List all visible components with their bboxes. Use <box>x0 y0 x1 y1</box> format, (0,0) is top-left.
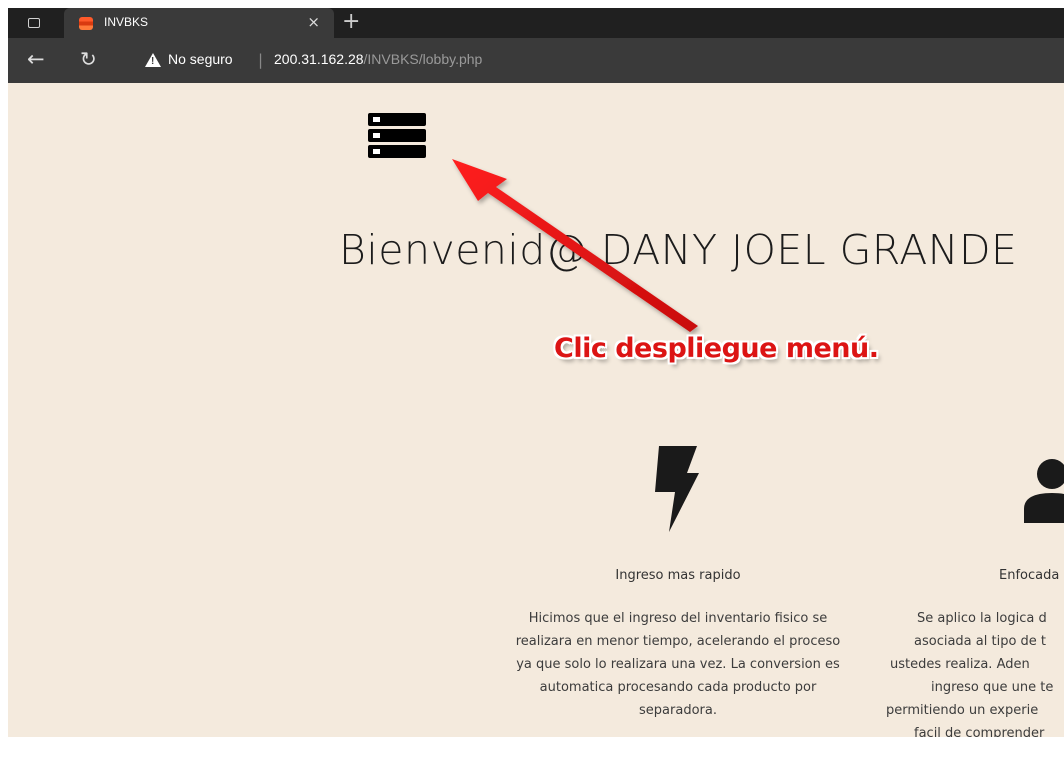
back-button[interactable]: ← <box>27 47 45 71</box>
url-host: 200.31.162.28 <box>274 51 364 67</box>
window-bottom-edge <box>8 737 1064 765</box>
security-status-label[interactable]: No seguro <box>168 51 233 67</box>
page-content: Bienvenid@ DANY JOEL GRANDE Clic desplie… <box>8 83 1064 737</box>
browser-tab-bar: INVBKS × + <box>8 8 1064 38</box>
tab-title: INVBKS <box>104 15 149 29</box>
address-bar-url[interactable]: 200.31.162.28/INVBKS/lobby.php <box>274 51 482 67</box>
reload-button[interactable]: ↻ <box>80 47 97 71</box>
welcome-heading: Bienvenid@ DANY JOEL GRANDE <box>339 226 1018 274</box>
tab-actions-icon[interactable] <box>28 18 40 28</box>
feature-title: Ingreso mas rapido <box>615 568 741 583</box>
user-icon <box>1024 459 1064 523</box>
browser-toolbar: ← ↻ ! No seguro | 200.31.162.28/INVBKS/l… <box>8 38 1064 83</box>
site-favicon-icon <box>79 17 93 30</box>
url-path: /INVBKS/lobby.php <box>363 51 483 67</box>
feature-description: Se aplico la logica d asociada al tipo d… <box>886 611 1054 737</box>
menu-stack-icon[interactable] <box>368 113 426 159</box>
annotation-label: Clic despliegue menú. <box>554 333 879 364</box>
lightning-icon <box>655 446 699 532</box>
address-divider: | <box>258 51 264 69</box>
feature-title: Enfocada <box>999 568 1060 583</box>
tab-close-icon[interactable]: × <box>307 13 320 31</box>
new-tab-button[interactable]: + <box>342 10 360 34</box>
feature-description: Hicimos que el ingreso del inventario fi… <box>515 611 841 718</box>
browser-tab[interactable]: INVBKS × <box>64 8 334 38</box>
